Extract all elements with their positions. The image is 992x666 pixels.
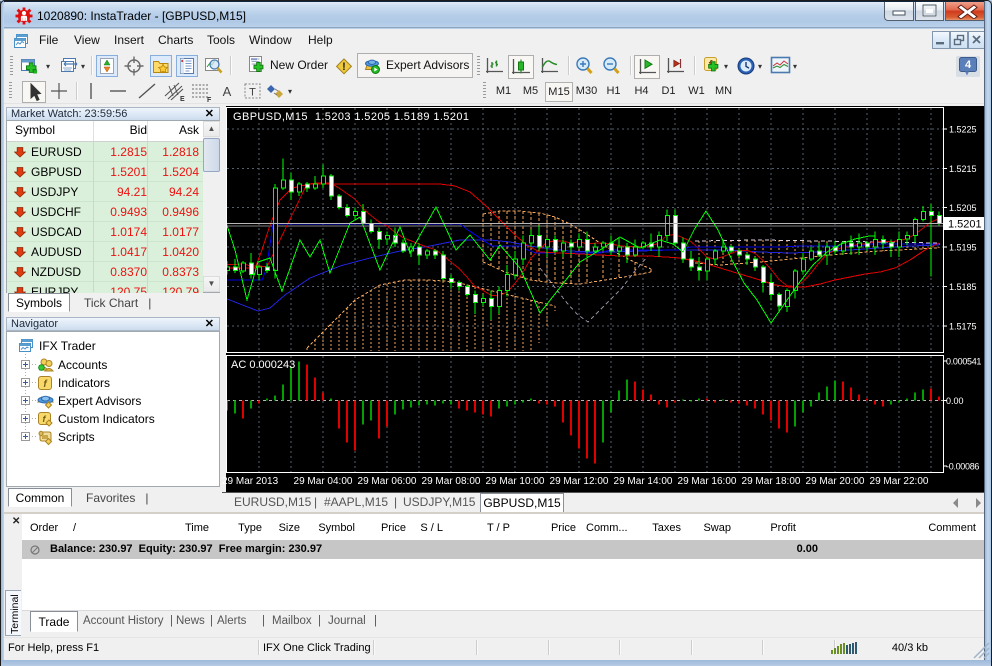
svg-text:!: ! (342, 61, 346, 73)
svg-text:1.5175: 1.5175 (949, 321, 977, 331)
svg-text:29 Mar 2013: 29 Mar 2013 (222, 476, 279, 487)
svg-text:T: T (249, 87, 256, 99)
svg-text:29 Mar 04:00: 29 Mar 04:00 (294, 476, 353, 487)
svg-text:1.5225: 1.5225 (949, 124, 977, 134)
svg-text:-0.00086: -0.00086 (946, 462, 979, 472)
svg-text:0.00: 0.00 (946, 396, 964, 406)
svg-text:29 Mar 18:00: 29 Mar 18:00 (742, 476, 801, 487)
svg-text:A: A (223, 84, 232, 99)
svg-text:29 Mar 22:00: 29 Mar 22:00 (870, 476, 929, 487)
svg-text:29 Mar 14:00: 29 Mar 14:00 (614, 476, 673, 487)
svg-text:F: F (207, 97, 212, 103)
svg-text:AC 0.000243: AC 0.000243 (231, 359, 295, 371)
svg-text:GBPUSD,M15 1.5203 1.5205 1.51: GBPUSD,M15 1.5203 1.5205 1.5189 1.5201 (233, 111, 469, 123)
svg-text:29 Mar 12:00: 29 Mar 12:00 (550, 476, 609, 487)
svg-text:29 Mar 06:00: 29 Mar 06:00 (358, 476, 417, 487)
svg-text:1.5205: 1.5205 (949, 203, 977, 213)
svg-text:0.000541: 0.000541 (946, 357, 981, 367)
svg-text:E: E (180, 96, 185, 103)
svg-text:29 Mar 20:00: 29 Mar 20:00 (806, 476, 865, 487)
svg-text:1.5185: 1.5185 (949, 282, 977, 292)
svg-text:1.5215: 1.5215 (949, 164, 977, 174)
svg-text:1.5201: 1.5201 (948, 219, 982, 231)
svg-text:1.5195: 1.5195 (949, 243, 977, 253)
svg-text:29 Mar 10:00: 29 Mar 10:00 (486, 476, 545, 487)
svg-text:29 Mar 16:00: 29 Mar 16:00 (678, 476, 737, 487)
svg-text:29 Mar 08:00: 29 Mar 08:00 (422, 476, 481, 487)
svg-text:4: 4 (965, 59, 972, 71)
